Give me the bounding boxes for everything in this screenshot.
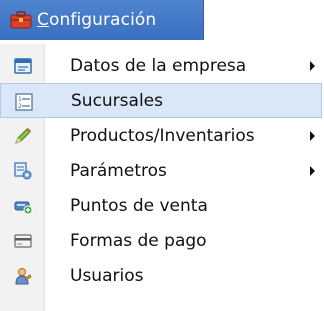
menu-item-puntos-venta[interactable]: Puntos de venta: [0, 188, 322, 223]
toolbox-icon: [10, 11, 32, 29]
menu-item-datos-empresa[interactable]: Datos de la empresa: [0, 48, 322, 83]
payment-card-icon: [14, 234, 32, 248]
menu-item-parametros[interactable]: Parámetros: [0, 153, 322, 188]
menu-item-label: Puntos de venta: [70, 195, 208, 216]
submenu-arrow-icon: [310, 61, 315, 71]
menu-item-sucursales[interactable]: 1 2 Sucursales: [0, 83, 322, 118]
submenu-arrow-icon: [310, 166, 315, 176]
menu-item-label: Datos de la empresa: [70, 55, 247, 76]
submenu-arrow-icon: [310, 131, 315, 141]
dropdown-menu: Datos de la empresa 1 2 Sucursales Produ…: [0, 44, 324, 311]
menu-configuracion[interactable]: Configuración: [0, 0, 204, 40]
branches-list-icon: 1 2: [15, 93, 33, 111]
window: Configuración Datos de la empresa 1 2 Su…: [0, 0, 324, 311]
menu-item-label: Productos/Inventarios: [70, 125, 255, 146]
menu-item-label: Parámetros: [70, 160, 167, 181]
users-icon: [15, 268, 32, 285]
svg-text:2: 2: [18, 103, 22, 110]
menu-title-rest: onfiguración: [48, 10, 157, 30]
company-data-icon: [14, 58, 32, 74]
menu-item-label: Usuarios: [70, 265, 144, 286]
menu-item-usuarios[interactable]: Usuarios: [0, 258, 322, 293]
menu-title-accelerator: C: [37, 10, 49, 30]
pencil-icon: [15, 128, 31, 144]
point-of-sale-icon: [14, 201, 33, 215]
menu-item-label: Sucursales: [71, 90, 163, 111]
parameters-icon: [14, 162, 32, 180]
menu-item-productos-inventarios[interactable]: Productos/Inventarios: [0, 118, 322, 153]
menu-item-label: Formas de pago: [70, 230, 207, 251]
svg-text:1: 1: [18, 96, 22, 103]
menu-item-formas-pago[interactable]: Formas de pago: [0, 223, 322, 258]
menu-title: Configuración: [37, 10, 156, 30]
